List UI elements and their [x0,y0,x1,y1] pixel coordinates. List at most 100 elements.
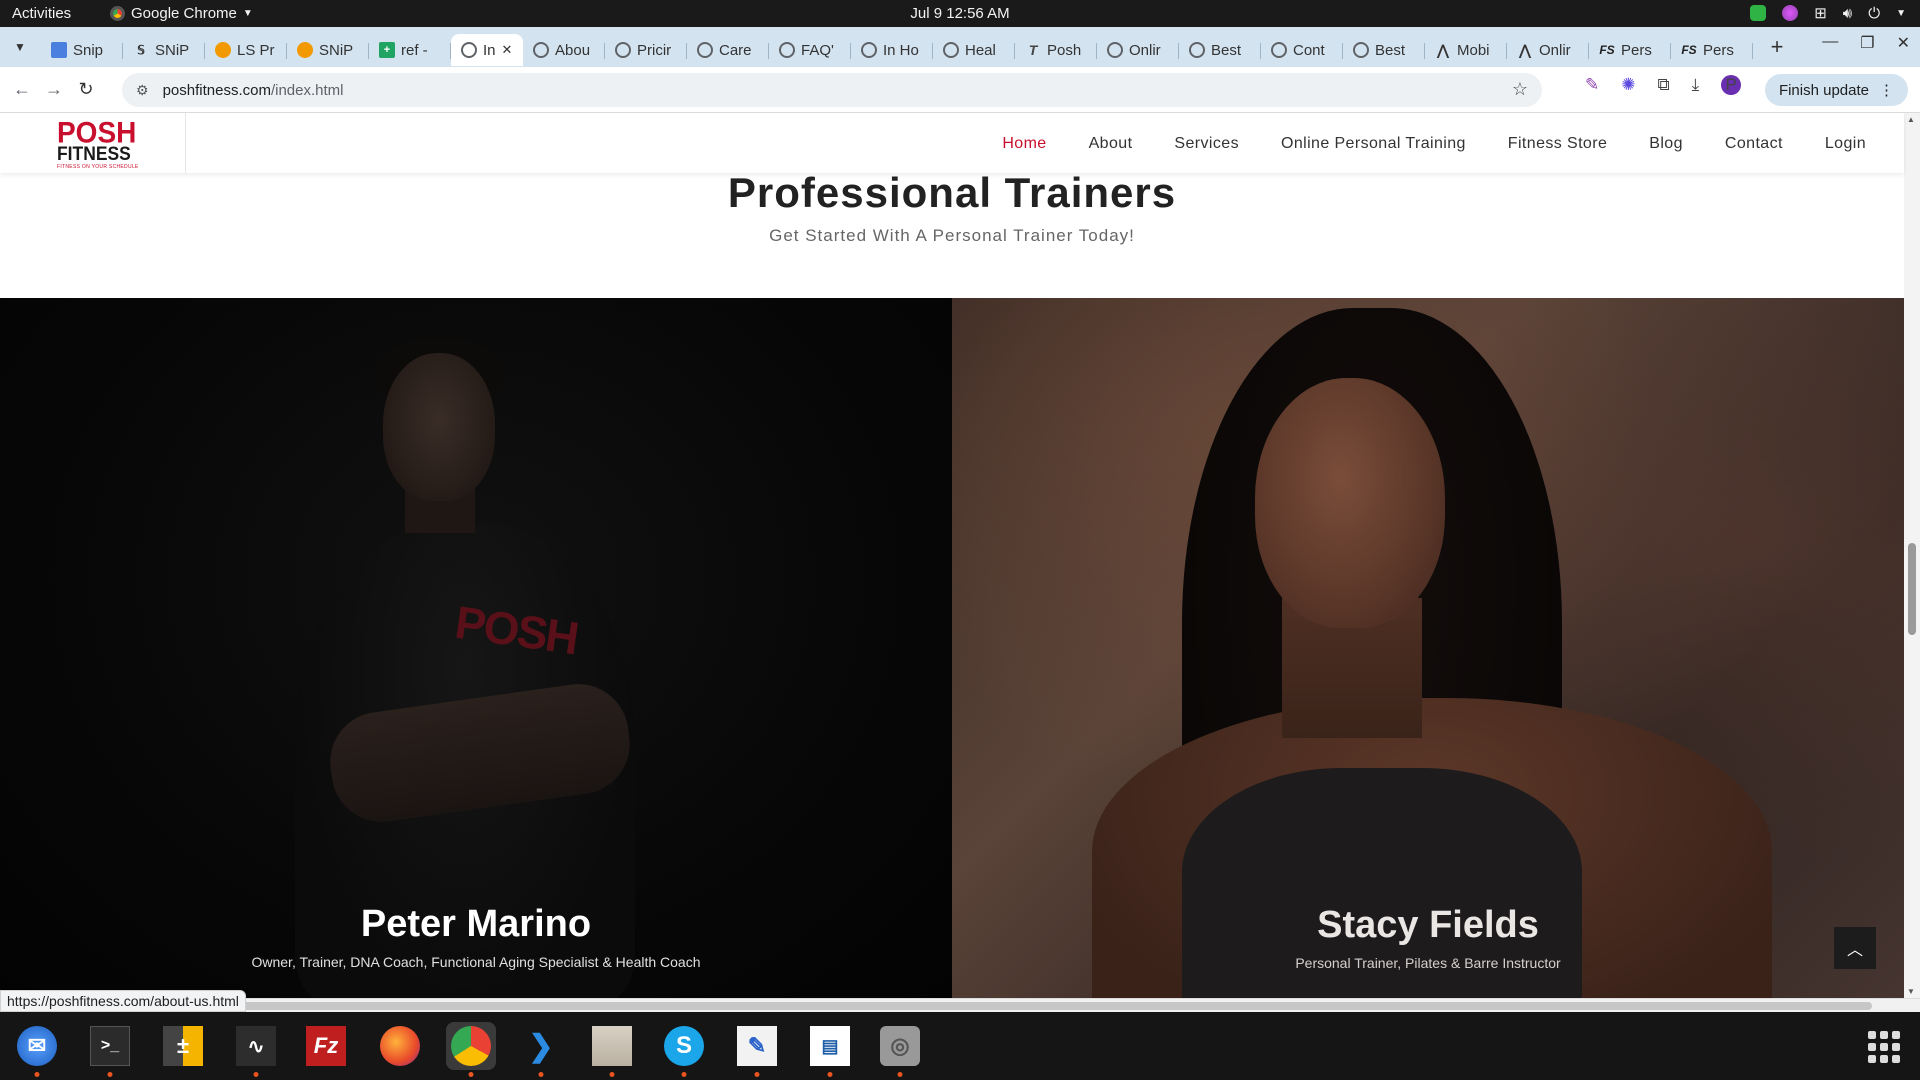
running-indicator [681,1072,687,1077]
globe-icon [779,42,795,58]
app-menu-label: Google Chrome [131,5,237,22]
browser-tab[interactable]: T Posh [1015,34,1097,66]
browser-tab[interactable]: ⋀ Onlir [1507,34,1589,66]
profile-avatar[interactable]: P [1721,75,1742,95]
nav-link-login[interactable]: Login [1825,135,1866,153]
vertical-scrollbar[interactable]: ▲ ▼ [1904,113,1920,998]
browser-tab[interactable]: Heal [933,34,1015,66]
browser-tab[interactable]: Best [1343,34,1425,66]
text-editor-launcher[interactable]: ✎ [732,1022,782,1077]
browser-tab[interactable]: FAQ' [769,34,851,66]
forward-button[interactable]: → [38,79,70,100]
scroll-up-arrow-icon[interactable]: ▲ [1907,115,1915,124]
site-logo[interactable]: POSH FITNESS FITNESS ON YOUR SCHEDULE [0,113,186,173]
finish-update-button[interactable]: Finish update ⋮ [1764,74,1908,106]
nav-link-contact[interactable]: Contact [1725,135,1783,153]
trainer-name: Peter Marino [360,903,592,945]
google-docs-icon [51,42,67,58]
trainer-role: Owner, Trainer, DNA Coach, Functional Ag… [251,954,701,970]
system-monitor-launcher[interactable]: ∿ [231,1022,281,1077]
site-info-icon[interactable]: ⚙ [136,82,149,99]
bookmark-star-icon[interactable]: ☆ [1512,79,1528,100]
download-icon[interactable]: ⤓ [1692,75,1700,95]
reload-button[interactable]: ↻ [70,79,102,100]
browser-tab[interactable]: Onlir [1097,34,1179,66]
files-launcher[interactable] [587,1022,637,1077]
browser-tab[interactable]: SNiP [287,34,369,66]
posh-icon: T [1028,42,1038,58]
power-icon[interactable]: ⏻ [1868,5,1880,22]
browser-tab[interactable]: 𝕊 SNiP [123,34,205,66]
new-tab-button[interactable]: + [1763,34,1791,60]
horizontal-scrollbar[interactable] [0,998,1920,1013]
running-indicator [253,1072,259,1077]
nav-link-services[interactable]: Services [1174,135,1239,153]
nav-link-online-personal-training[interactable]: Online Personal Training [1281,135,1466,153]
clock[interactable]: Jul 9 12:56 AM [0,5,1920,22]
skype-icon: S [664,1026,704,1066]
color-picker-icon[interactable] [1782,5,1799,21]
tab-search-button[interactable]: ▼ [7,34,33,60]
running-indicator [827,1072,833,1077]
scroll-down-arrow-icon[interactable]: ▼ [1907,987,1915,996]
terminal-icon: >_ [90,1026,130,1066]
terminal-launcher[interactable]: >_ [85,1022,135,1077]
trainer-card-stacy[interactable]: Stacy Fields Personal Trainer, Pilates &… [952,298,1904,998]
shield-check-icon[interactable] [1750,5,1767,21]
minimize-icon[interactable]: — [1822,33,1838,53]
browser-tab-label: Pers [1621,41,1652,59]
show-apps-icon[interactable] [1868,1031,1900,1063]
close-icon[interactable]: ✕ [1897,33,1910,53]
nav-link-fitness-store[interactable]: Fitness Store [1508,135,1607,153]
browser-tab[interactable]: FS Pers [1671,34,1753,66]
gear-extension-icon[interactable]: ✺ [1621,75,1635,95]
pen-extension-icon[interactable]: ✎ [1585,75,1599,95]
filezilla-launcher[interactable]: Fz [301,1022,351,1070]
browser-tab[interactable]: Best [1179,34,1261,66]
running-indicator [34,1072,40,1077]
browser-tab[interactable]: Care [687,34,769,66]
browser-tab[interactable]: LS Pr [205,34,287,66]
back-button[interactable]: ← [6,79,38,100]
browser-tab[interactable]: FS Pers [1589,34,1671,66]
chevron-down-icon[interactable]: ▼ [1896,8,1906,19]
vscode-launcher[interactable]: ❯ [516,1022,566,1077]
calculator-launcher[interactable]: ± [158,1022,208,1070]
restore-icon[interactable]: ❐ [1860,33,1874,53]
system-tray[interactable]: ⊞ 🔊︎ ⏻ ▼ [1750,4,1906,22]
firefox-launcher[interactable] [375,1022,425,1070]
app-menu[interactable]: Google Chrome ▼ [110,5,253,22]
browser-tab[interactable]: Abou [523,34,605,66]
writer-launcher[interactable]: ▤ [805,1022,855,1077]
address-bar[interactable]: ⚙ poshfitness.com/index.html ☆ [122,73,1542,107]
link-hover-status: https://poshfitness.com/about-us.html [0,990,246,1012]
thunderbird-launcher[interactable]: ✉ [12,1022,62,1077]
browser-tab[interactable]: ⋀ Mobi [1425,34,1507,66]
browser-tab[interactable]: Pricir [605,34,687,66]
scroll-to-top-button[interactable]: ︿ [1834,927,1876,969]
browser-tab[interactable]: + ref - [369,34,451,66]
nav-link-about[interactable]: About [1089,135,1133,153]
horizontal-scroll-thumb[interactable] [2,1002,1872,1010]
skype-launcher[interactable]: S [659,1022,709,1077]
activities-button[interactable]: Activities [12,5,71,22]
network-icon[interactable]: ⊞ [1814,4,1827,22]
browser-tab[interactable]: In ✕ [451,34,523,66]
nav-link-home[interactable]: Home [1002,135,1046,153]
nav-link-blog[interactable]: Blog [1649,135,1683,153]
vertical-scroll-thumb[interactable] [1908,543,1916,635]
running-indicator [897,1072,903,1077]
globe-icon [533,42,549,58]
trainer-card-peter[interactable]: POSH Peter Marino Owner, Trainer, DNA Co… [0,298,952,998]
close-tab-icon[interactable]: ✕ [502,42,513,58]
tab-strip: ▼ Snip 𝕊 SNiP LS Pr SNiP + ref - In ✕ Abou Pricir C… [0,27,1920,67]
logo-line2: FITNESS [57,144,131,165]
disk-launcher[interactable]: ◎ [875,1022,925,1077]
browser-tab[interactable]: Cont [1261,34,1343,66]
browser-tab[interactable]: In Ho [851,34,933,66]
firefox-icon [380,1026,420,1066]
puzzle-icon[interactable]: ⧉ [1658,75,1670,95]
browser-tab[interactable]: Snip [41,34,123,66]
volume-icon[interactable]: 🔊︎ [1843,5,1852,22]
chrome-launcher[interactable] [446,1022,496,1077]
